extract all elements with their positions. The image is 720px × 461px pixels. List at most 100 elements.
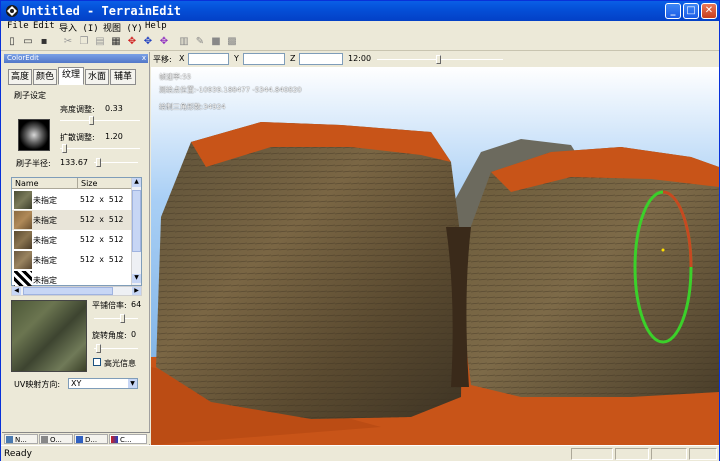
tab-aux[interactable]: 辅革 bbox=[110, 69, 136, 85]
spread-slider-thumb[interactable] bbox=[62, 144, 67, 153]
highlight-checkbox[interactable] bbox=[93, 358, 101, 366]
scroll-right-icon[interactable]: ▶ bbox=[132, 287, 141, 295]
list-item[interactable]: 未指定 512 x 512 bbox=[12, 230, 132, 250]
scroll-down-icon[interactable]: ▼ bbox=[132, 274, 141, 283]
list-horizontal-scrollbar[interactable]: ◀ ▶ bbox=[11, 286, 142, 296]
chevron-down-icon[interactable]: ▼ bbox=[128, 379, 137, 388]
scroll-up-icon[interactable]: ▲ bbox=[132, 178, 141, 187]
highlight-label: 高光信息 bbox=[104, 359, 136, 368]
menu-help[interactable]: Help bbox=[145, 21, 167, 31]
tab-color[interactable]: 颜色 bbox=[33, 69, 57, 85]
panel-close-icon[interactable]: x bbox=[142, 54, 146, 63]
bottom-tab-label: C... bbox=[120, 436, 132, 444]
new-file-icon[interactable]: ▯ bbox=[5, 35, 19, 49]
radius-value: 133.67 bbox=[60, 158, 88, 167]
bottom-tab-object[interactable]: O... bbox=[39, 434, 73, 444]
grid-icon[interactable]: ▦ bbox=[109, 35, 123, 49]
spread-slider[interactable] bbox=[60, 148, 140, 149]
save-icon[interactable]: ▪ bbox=[37, 35, 51, 49]
uv-direction-select[interactable]: XY ▼ bbox=[68, 378, 138, 389]
y-input[interactable] bbox=[243, 53, 285, 65]
spread-value: 1.20 bbox=[105, 132, 123, 141]
maximize-button[interactable]: □ bbox=[683, 3, 699, 19]
title-bar[interactable]: Untitled - TerrainEdit _ □ ✕ bbox=[1, 1, 719, 21]
move-label: 平移: bbox=[153, 55, 172, 64]
time-slider-thumb[interactable] bbox=[436, 55, 441, 64]
rotation-slider-thumb[interactable] bbox=[96, 344, 101, 353]
left-rock-strata bbox=[156, 122, 463, 419]
brightness-slider[interactable] bbox=[60, 120, 140, 121]
close-button[interactable]: ✕ bbox=[701, 3, 717, 19]
list-vertical-scrollbar[interactable]: ▲ ▼ bbox=[131, 178, 141, 285]
column-name-label: Name bbox=[15, 179, 39, 188]
z-label: Z bbox=[290, 54, 296, 63]
color-icon bbox=[111, 436, 118, 443]
paste-icon[interactable]: ▤ bbox=[93, 35, 107, 49]
menu-edit[interactable]: Edit bbox=[33, 21, 55, 31]
menu-file[interactable]: File bbox=[7, 21, 29, 31]
brightness-slider-thumb[interactable] bbox=[89, 116, 94, 125]
texture-list[interactable]: Name Size 未指定 512 x 512 未指定 512 x 512 未指… bbox=[11, 177, 142, 289]
texture-name: 未指定 bbox=[33, 216, 57, 225]
tab-label: 纹理 bbox=[61, 70, 80, 80]
terrain-scene[interactable] bbox=[151, 67, 719, 445]
open-folder-icon[interactable]: ▭ bbox=[21, 35, 35, 49]
bottom-tab-node[interactable]: N... bbox=[4, 434, 38, 444]
menu-view[interactable]: 视图 (Y) bbox=[103, 21, 143, 34]
brush-tool-icon[interactable]: ✎ bbox=[193, 35, 207, 49]
column-name-header[interactable]: Name bbox=[12, 178, 78, 189]
bottom-tab-color[interactable]: C... bbox=[109, 434, 147, 444]
terrain-viewport[interactable]: 帧速率:55 测绘点位置:-10939.188477 -5344.840820 … bbox=[151, 67, 719, 445]
hscroll-thumb[interactable] bbox=[23, 287, 113, 295]
bottom-tab-display[interactable]: D... bbox=[74, 434, 108, 444]
texture-thumbnail bbox=[14, 191, 32, 209]
list-item[interactable]: 未指定 512 x 512 bbox=[12, 250, 132, 270]
brightness-value: 0.33 bbox=[105, 104, 123, 113]
tab-texture[interactable]: 纹理 bbox=[58, 67, 84, 85]
status-text: Ready bbox=[4, 449, 32, 459]
view-toolbar: 平移: X Y Z 12:00 bbox=[151, 52, 719, 66]
tile-rate-label: 平铺倍率: bbox=[92, 301, 127, 310]
tile-rate-slider-thumb[interactable] bbox=[120, 314, 125, 323]
checker-icon[interactable]: ▩ bbox=[225, 35, 239, 49]
minimize-button[interactable]: _ bbox=[665, 3, 681, 19]
cut-icon[interactable]: ✂ bbox=[61, 35, 75, 49]
tab-label: 颜色 bbox=[35, 72, 54, 82]
move-blue-icon[interactable]: ✥ bbox=[141, 35, 155, 49]
scroll-thumb[interactable] bbox=[132, 190, 141, 252]
texture-name: 未指定 bbox=[33, 196, 57, 205]
texture-name: 未指定 bbox=[33, 256, 57, 265]
layer-icon[interactable]: ▥ bbox=[177, 35, 191, 49]
tab-label: 高度 bbox=[10, 72, 29, 82]
x-label: X bbox=[179, 54, 185, 63]
list-item[interactable]: 未指定 512 x 512 bbox=[12, 210, 132, 230]
radius-slider-thumb[interactable] bbox=[96, 158, 101, 167]
list-item[interactable]: 未指定 512 x 512 bbox=[12, 190, 132, 210]
column-size-header[interactable]: Size bbox=[78, 178, 132, 189]
column-size-label: Size bbox=[81, 179, 98, 188]
z-input[interactable] bbox=[299, 53, 343, 65]
fill-icon[interactable]: ■ bbox=[209, 35, 223, 49]
right-rock-strata bbox=[456, 147, 719, 397]
brush-preview bbox=[18, 119, 50, 151]
tab-label: 水面 bbox=[87, 72, 106, 82]
toolbar: ▯ ▭ ▪ ✂ ❐ ▤ ▦ ✥ ✥ ✥ ▥ ✎ ■ ▩ bbox=[1, 34, 719, 51]
bottom-tab-label: O... bbox=[50, 436, 62, 444]
bottom-tab-label: N... bbox=[15, 436, 27, 444]
x-input[interactable] bbox=[188, 53, 229, 65]
panel-bottom-tabs: N... O... D... C... bbox=[2, 432, 150, 444]
scroll-left-icon[interactable]: ◀ bbox=[12, 287, 21, 295]
status-bar: Ready bbox=[1, 445, 719, 461]
menu-import[interactable]: 导入 (I) bbox=[59, 21, 99, 34]
tile-rate-slider[interactable] bbox=[94, 318, 138, 319]
y-label: Y bbox=[234, 54, 239, 63]
move-purple-icon[interactable]: ✥ bbox=[157, 35, 171, 49]
tab-water[interactable]: 水面 bbox=[85, 69, 109, 85]
move-red-icon[interactable]: ✥ bbox=[125, 35, 139, 49]
status-pane bbox=[615, 448, 649, 460]
node-icon bbox=[6, 436, 13, 443]
texture-thumbnail bbox=[14, 211, 32, 229]
copy-icon[interactable]: ❐ bbox=[77, 35, 91, 49]
tab-height[interactable]: 高度 bbox=[8, 69, 32, 85]
tile-rate-value: 64 bbox=[131, 300, 142, 309]
